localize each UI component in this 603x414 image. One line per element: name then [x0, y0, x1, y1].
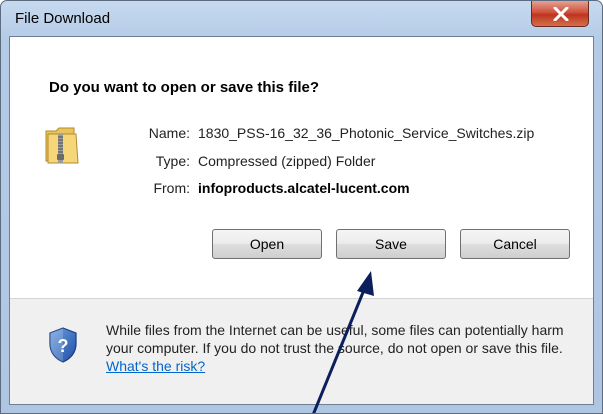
- file-info-panel: Do you want to open or save this file? N…: [10, 37, 593, 298]
- close-button[interactable]: [531, 1, 589, 27]
- window-title: File Download: [15, 10, 111, 27]
- svg-text:?: ?: [58, 336, 69, 356]
- close-icon: [553, 7, 569, 21]
- open-button[interactable]: Open: [212, 229, 322, 259]
- security-warning: While files from the Internet can be use…: [106, 321, 576, 375]
- dialog-question: Do you want to open or save this file?: [49, 79, 320, 96]
- file-download-window: File Download Do you want to open or sav…: [0, 0, 603, 414]
- type-value: Compressed (zipped) Folder: [198, 153, 376, 169]
- name-label: Name:: [148, 125, 190, 141]
- from-value: infoproducts.alcatel-lucent.com: [198, 180, 410, 196]
- shield-question-icon: ?: [48, 327, 78, 366]
- type-label: Type:: [155, 153, 190, 169]
- title-bar[interactable]: File Download: [1, 1, 602, 35]
- whats-the-risk-link[interactable]: What's the risk?: [106, 358, 205, 374]
- name-value: 1830_PSS-16_32_36_Photonic_Service_Switc…: [198, 125, 535, 141]
- dialog-body: Do you want to open or save this file? N…: [9, 36, 594, 405]
- warning-text: While files from the Internet can be use…: [106, 322, 564, 356]
- save-button[interactable]: Save: [336, 229, 446, 259]
- cancel-button[interactable]: Cancel: [460, 229, 570, 259]
- from-label: From:: [153, 180, 190, 196]
- divider: [10, 298, 593, 299]
